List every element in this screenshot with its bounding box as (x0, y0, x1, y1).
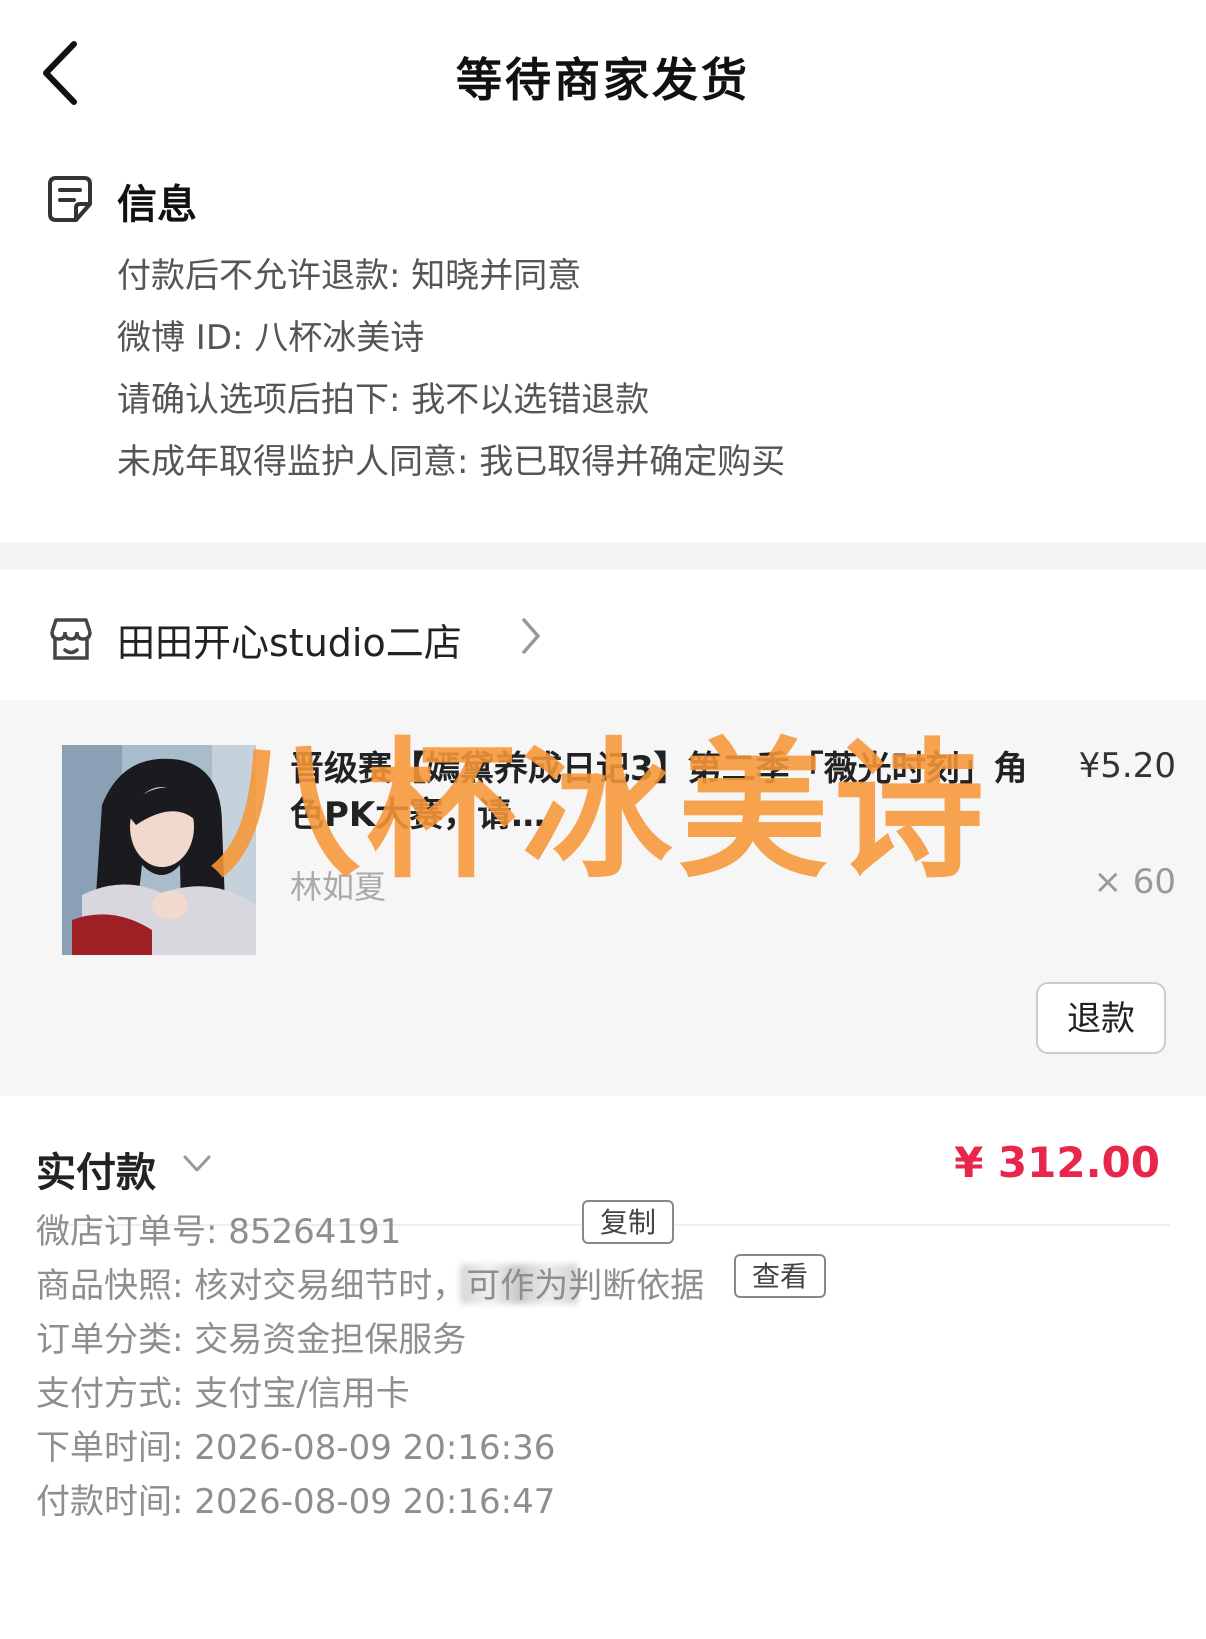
product-thumbnail[interactable] (62, 745, 256, 955)
info-line-guardian: 未成年取得监护人同意: 我已取得并确定购买 (117, 442, 786, 482)
info-heading: 信息 (117, 182, 197, 228)
chevron-right-icon (522, 618, 540, 654)
info-line-weibo: 微博 ID: 八杯冰美诗 (117, 318, 425, 358)
order-category: 订单分类: 交易资金担保服务 (36, 1320, 467, 1360)
nav-bar: 等待商家发货 (0, 0, 1206, 150)
snapshot-info: 商品快照: 核对交易细节时，可作为判断依据 (36, 1266, 705, 1306)
product-quantity: × 60 (1093, 862, 1176, 902)
paid-amount-label[interactable]: 实付款 (36, 1140, 156, 1198)
note-icon (48, 176, 92, 222)
product-price: ¥5.20 (1078, 746, 1176, 786)
info-line-confirm: 请确认选项后拍下: 我不以选错退款 (117, 380, 650, 420)
chevron-down-icon[interactable] (182, 1152, 212, 1176)
page-title: 等待商家发货 (456, 53, 750, 107)
store-icon (50, 618, 92, 660)
section-divider (0, 542, 1206, 570)
view-snapshot-button[interactable]: 查看 (734, 1254, 827, 1298)
product-image (62, 745, 256, 955)
payment-time: 付款时间: 2026-08-09 20:16:47 (36, 1482, 556, 1522)
order-time: 下单时间: 2026-08-09 20:16:36 (36, 1428, 556, 1468)
shop-name[interactable]: 田田开心studio二店 (117, 612, 462, 667)
product-sku: 林如夏 (290, 868, 387, 906)
refund-button[interactable]: 退款 (1036, 982, 1166, 1054)
paid-amount-value: ¥ 312.00 (954, 1138, 1160, 1187)
copy-button[interactable]: 复制 (582, 1200, 675, 1244)
info-line-refund: 付款后不允许退款: 知晓并同意 (117, 256, 582, 296)
payment-method: 支付方式: 支付宝/信用卡 (36, 1374, 410, 1414)
order-number: 微店订单号: 85264191 (36, 1212, 402, 1252)
product-title[interactable]: 晋级赛【嫣黛养成日记3】第二季「薇光时刻」角色PK大赛，请… (290, 746, 1050, 838)
